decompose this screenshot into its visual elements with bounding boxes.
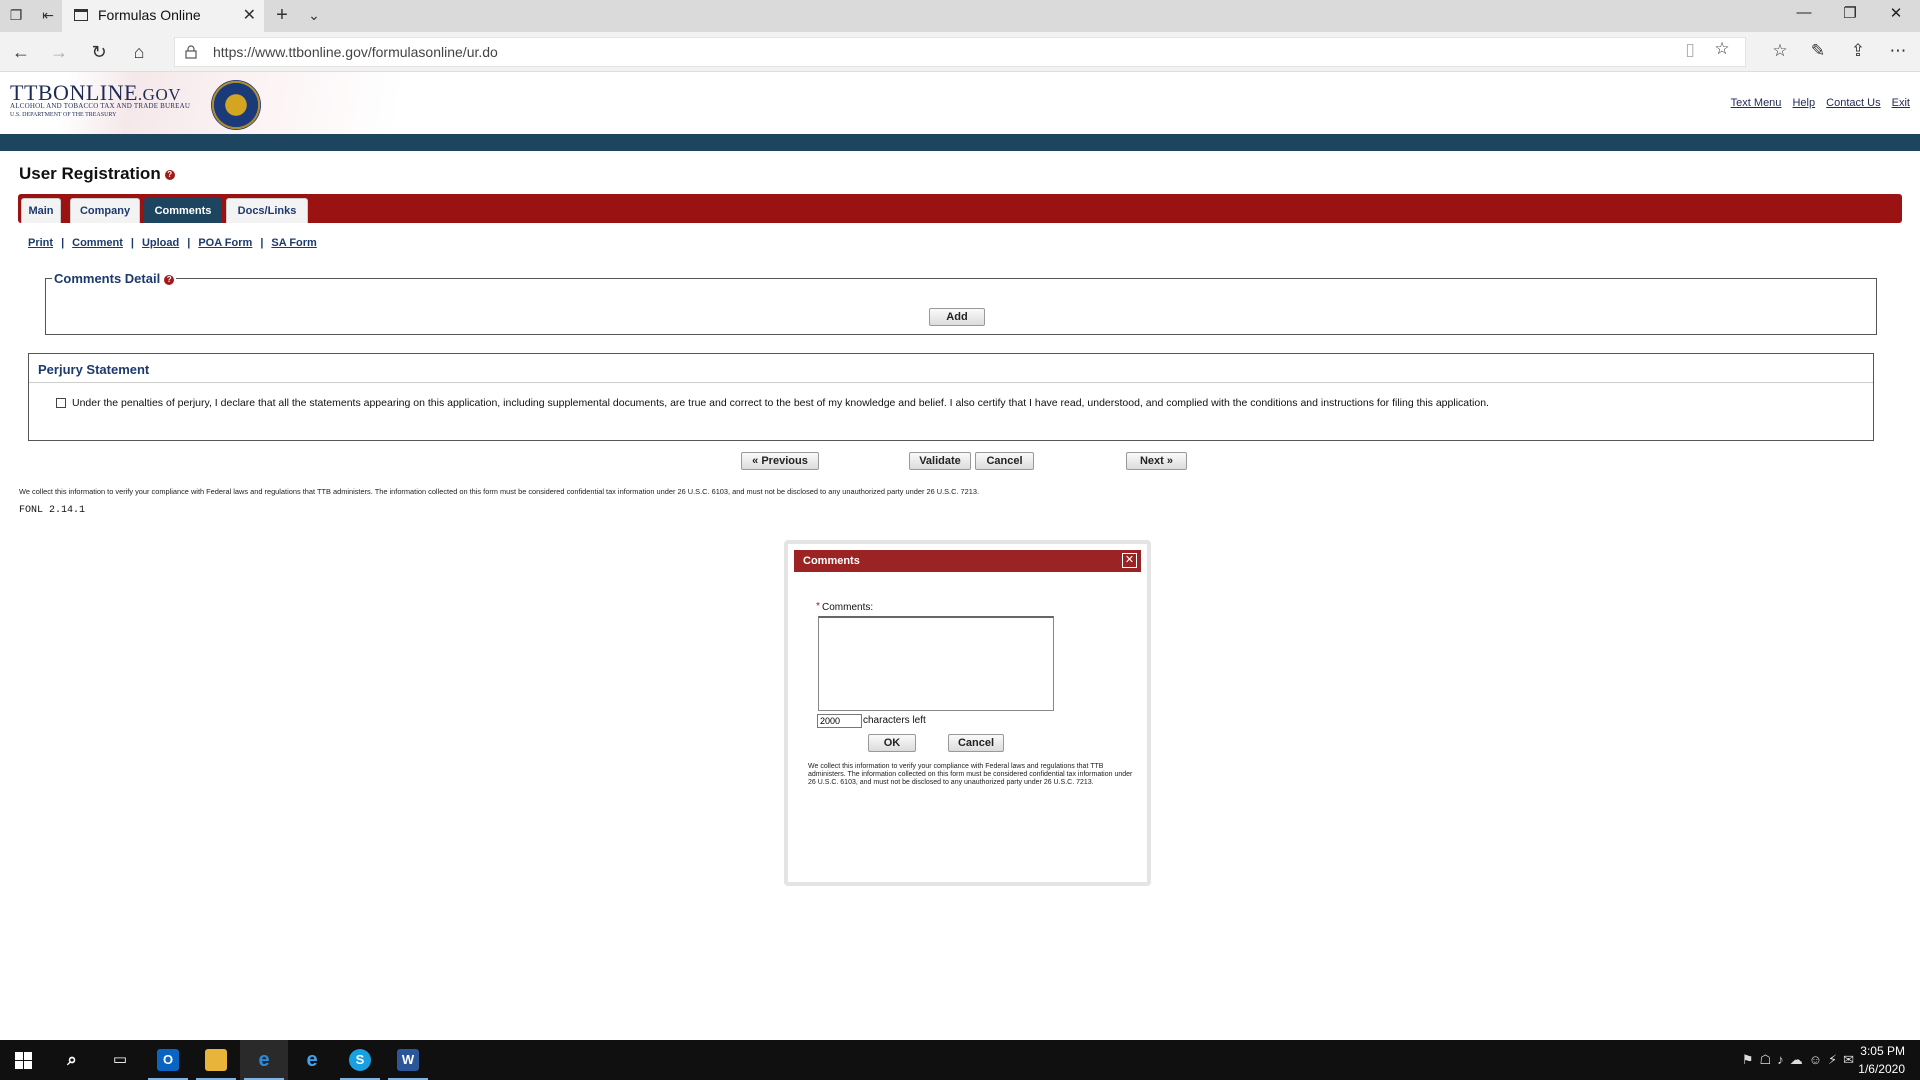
word-icon[interactable]: W bbox=[384, 1040, 432, 1080]
comments-detail-legend-text: Comments Detail bbox=[54, 271, 161, 286]
comments-textarea[interactable] bbox=[818, 616, 1054, 711]
web-note-pen-icon[interactable]: ✎ bbox=[1806, 41, 1830, 63]
window-close-icon[interactable]: ✕ bbox=[1876, 4, 1916, 28]
help-icon[interactable]: ? bbox=[164, 274, 175, 285]
url-field[interactable]: https://www.ttbonline.gov/formulasonline… bbox=[174, 37, 1746, 67]
perjury-statement-section: Perjury Statement Under the penalties of… bbox=[28, 353, 1874, 441]
share-icon[interactable]: ⇪ bbox=[1846, 41, 1870, 63]
clock-time[interactable]: 3:05 PM bbox=[1860, 1044, 1905, 1058]
skype-icon[interactable]: S bbox=[336, 1040, 384, 1080]
tab-list-icon[interactable]: ❐ bbox=[6, 7, 26, 25]
upload-link[interactable]: Upload bbox=[142, 237, 179, 249]
refresh-icon[interactable]: ↻ bbox=[86, 40, 112, 64]
start-button[interactable] bbox=[0, 1040, 48, 1080]
dialog-header: Comments ✕ bbox=[794, 550, 1141, 572]
browser-tab-title: Formulas Online bbox=[98, 7, 201, 23]
characters-left-label: characters left bbox=[863, 715, 926, 726]
reading-view-icon[interactable]: ▯ bbox=[1678, 40, 1702, 62]
clock-date[interactable]: 1/6/2020 bbox=[1858, 1062, 1905, 1076]
dialog-cancel-button[interactable]: Cancel bbox=[948, 734, 1004, 752]
next-button[interactable]: Next » bbox=[1126, 452, 1187, 470]
tab-main[interactable]: Main bbox=[21, 198, 61, 223]
lock-icon bbox=[185, 45, 197, 59]
tab-strip: Main Company Comments Docs/Links bbox=[18, 194, 1902, 223]
page-title: User Registration? bbox=[19, 164, 175, 184]
comments-label: Comments: bbox=[822, 602, 874, 613]
comments-detail-section: Comments Detail? Add bbox=[45, 271, 1877, 335]
action-links: Print | Comment | Upload | POA Form | SA Form bbox=[28, 237, 317, 249]
file-explorer-icon[interactable] bbox=[192, 1040, 240, 1080]
page-title-text: User Registration bbox=[19, 164, 161, 183]
tab-docs-links[interactable]: Docs/Links bbox=[226, 198, 308, 223]
divider bbox=[29, 382, 1873, 383]
new-tab-icon[interactable]: + bbox=[272, 4, 292, 26]
back-arrow-icon[interactable]: ← bbox=[8, 40, 34, 64]
internet-explorer-icon[interactable]: e bbox=[288, 1040, 336, 1080]
system-tray[interactable]: ⚑☖♪☁☺⚡✉ bbox=[1742, 1052, 1860, 1068]
help-link[interactable]: Help bbox=[1792, 97, 1815, 109]
dialog-title: Comments bbox=[803, 555, 860, 567]
favorite-star-icon[interactable]: ☆ bbox=[1710, 39, 1734, 61]
treasury-seal-icon bbox=[211, 80, 261, 130]
perjury-agree-checkbox[interactable] bbox=[56, 398, 66, 408]
required-asterisk: * bbox=[816, 601, 820, 612]
edge-icon[interactable]: e bbox=[240, 1040, 288, 1080]
dialog-disclaimer: We collect this information to verify yo… bbox=[808, 763, 1133, 786]
home-icon[interactable]: ⌂ bbox=[126, 40, 152, 64]
set-tabs-aside-icon[interactable]: ⇤ bbox=[38, 7, 58, 25]
site-header: TTBONLINE.GOV ALCOHOL AND TOBACCO TAX AN… bbox=[0, 72, 1920, 134]
browser-tab-bar: ❐ ⇤ Formulas Online ✕ + ⌄ — ❐ ✕ bbox=[0, 0, 1920, 32]
comments-dialog: Comments ✕ * Comments: characters left O… bbox=[784, 540, 1151, 886]
minimize-icon[interactable]: — bbox=[1784, 4, 1824, 28]
logo-subtitle-treasury: U.S. DEPARTMENT OF THE TREASURY bbox=[10, 112, 117, 118]
comment-link[interactable]: Comment bbox=[72, 237, 123, 249]
more-menu-icon[interactable]: ⋯ bbox=[1886, 41, 1910, 63]
help-icon[interactable]: ? bbox=[164, 169, 175, 180]
validate-button[interactable]: Validate bbox=[909, 452, 971, 470]
forward-arrow-icon[interactable]: → bbox=[46, 40, 72, 64]
perjury-statement-title: Perjury Statement bbox=[38, 362, 150, 377]
ok-button[interactable]: OK bbox=[868, 734, 916, 752]
tab-company[interactable]: Company bbox=[70, 198, 140, 223]
comments-detail-legend: Comments Detail? bbox=[52, 271, 177, 286]
page-favicon-icon bbox=[74, 9, 88, 21]
logo-subtitle-bureau: ALCOHOL AND TOBACCO TAX AND TRADE BUREAU bbox=[10, 102, 191, 110]
restore-icon[interactable]: ❐ bbox=[1830, 4, 1870, 28]
tab-preview-chevron-icon[interactable]: ⌄ bbox=[304, 7, 324, 25]
outlook-icon[interactable]: O bbox=[144, 1040, 192, 1080]
sa-form-link[interactable]: SA Form bbox=[271, 237, 316, 249]
cancel-button[interactable]: Cancel bbox=[975, 452, 1034, 470]
characters-left-counter bbox=[817, 714, 862, 728]
poa-form-link[interactable]: POA Form bbox=[198, 237, 252, 249]
browser-tab-active[interactable]: Formulas Online ✕ bbox=[62, 0, 264, 32]
search-icon[interactable]: ⌕ bbox=[48, 1040, 96, 1080]
browser-address-bar: ← → ↻ ⌂ https://www.ttbonline.gov/formul… bbox=[0, 32, 1920, 72]
text-menu-link[interactable]: Text Menu bbox=[1731, 97, 1782, 109]
tab-comments[interactable]: Comments bbox=[144, 198, 222, 223]
close-tab-icon[interactable]: ✕ bbox=[243, 5, 256, 25]
favorites-hub-icon[interactable]: ☆ bbox=[1768, 41, 1792, 63]
dialog-close-icon[interactable]: ✕ bbox=[1122, 553, 1137, 568]
windows-taskbar: ⌕ ▭ O e e S W ⚑☖♪☁☺⚡✉ 3:05 PM 1/6/2020 bbox=[0, 1040, 1920, 1080]
contact-us-link[interactable]: Contact Us bbox=[1826, 97, 1880, 109]
perjury-statement-text: Under the penalties of perjury, I declar… bbox=[72, 397, 1489, 409]
print-link[interactable]: Print bbox=[28, 237, 53, 249]
task-view-icon[interactable]: ▭ bbox=[96, 1040, 144, 1080]
previous-button[interactable]: « Previous bbox=[741, 452, 819, 470]
exit-link[interactable]: Exit bbox=[1892, 97, 1910, 109]
add-comment-button[interactable]: Add bbox=[929, 308, 985, 326]
url-text: https://www.ttbonline.gov/formulasonline… bbox=[213, 44, 498, 60]
windows-logo-icon bbox=[15, 1052, 32, 1069]
privacy-disclaimer: We collect this information to verify yo… bbox=[19, 487, 980, 496]
version-label: FONL 2.14.1 bbox=[19, 505, 86, 516]
header-links: Text Menu Help Contact Us Exit bbox=[1723, 97, 1910, 109]
header-band bbox=[0, 134, 1920, 151]
